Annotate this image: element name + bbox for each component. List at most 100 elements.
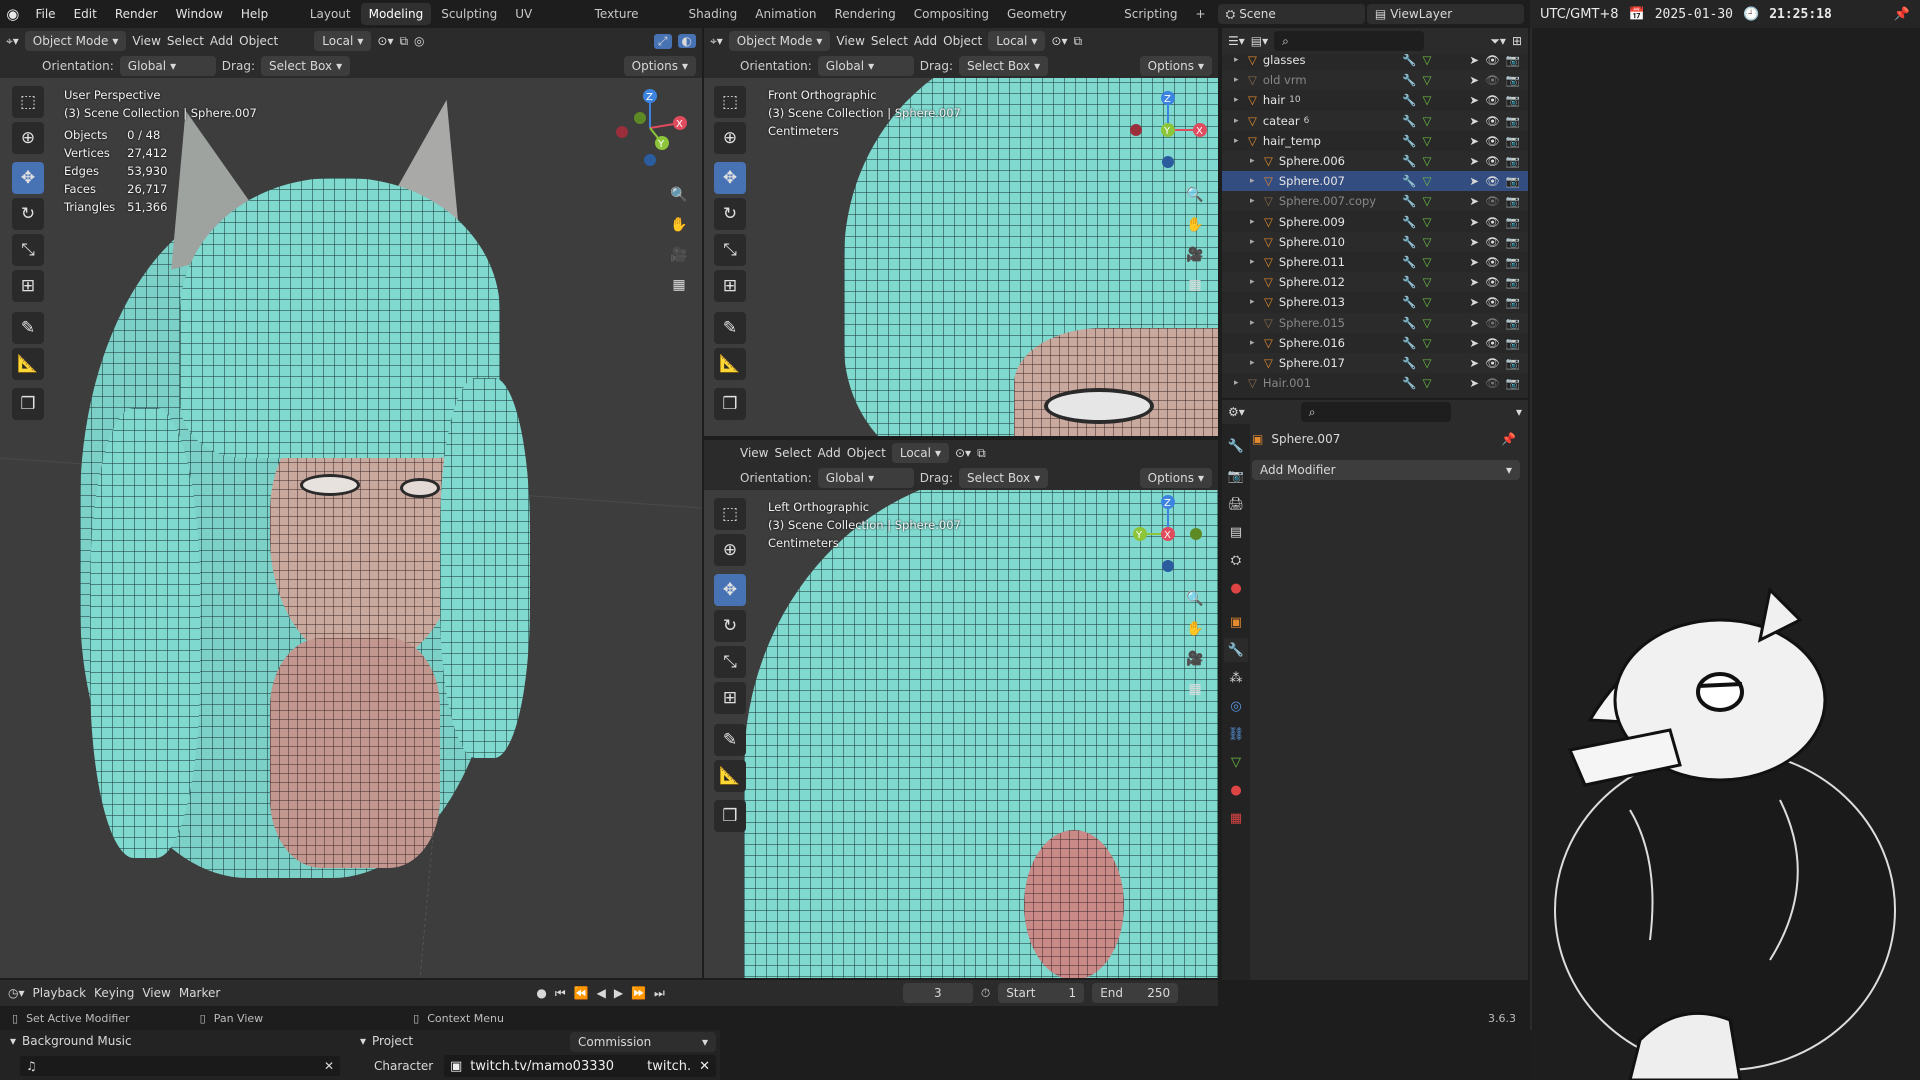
jump-end-icon[interactable]: ⏭ [654,986,665,1001]
select-toggle-icon[interactable]: ➤ [1469,114,1479,128]
camera-render-icon[interactable]: 📷 [1506,134,1520,148]
outliner-row[interactable]: ▸ ▽ Sphere.009 🔧 ▽ ➤ 👁 📷 [1222,212,1528,232]
tab-compositing[interactable]: Compositing [906,3,997,25]
menu-object[interactable]: Object [943,34,982,48]
pan-hand-icon[interactable]: ✋ [1182,616,1208,642]
close-icon[interactable]: ✕ [699,1059,710,1074]
select-toggle-icon[interactable]: ➤ [1469,194,1479,208]
chevron-down-icon[interactable]: ▾ [1516,405,1522,419]
stopwatch-icon[interactable]: ⏱ [981,986,990,1001]
drag-dropdown[interactable]: Select Box ▾ [958,56,1049,76]
blender-logo-icon[interactable]: ◉ [0,5,25,23]
camera-render-icon[interactable]: 📷 [1506,235,1520,249]
eye-icon[interactable]: 👁 [1485,295,1500,309]
select-toggle-icon[interactable]: ➤ [1469,295,1479,309]
editor-type-icon[interactable]: ⌖▾ [6,34,19,49]
menu-file[interactable]: File [27,3,63,25]
menu-add[interactable]: Add [210,34,233,48]
scene-selector[interactable]: ⛭ Scene [1217,4,1365,24]
menu-select[interactable]: Select [774,446,811,460]
eye-icon[interactable]: 👁 [1485,275,1500,289]
options-dropdown[interactable]: Options ▾ [1139,56,1212,76]
navigation-gizmo[interactable]: Z X Y [1128,90,1208,170]
menu-select[interactable]: Select [167,34,204,48]
mode-dropdown[interactable]: Object Mode ▾ [728,31,831,51]
scale-tool-icon[interactable]: ⤡ [714,646,746,678]
viewport3[interactable]: Left Orthographic (3) Scene Collection |… [704,490,1218,978]
expand-arrow-icon[interactable]: ▸ [1234,136,1248,146]
measure-tool-icon[interactable]: 📐 [714,348,746,380]
transform-tool-icon[interactable]: ⊞ [714,270,746,302]
grid-view-icon[interactable]: ▦ [1182,676,1208,702]
pan-hand-icon[interactable]: ✋ [1182,212,1208,238]
eye-icon[interactable]: 👁 [1485,235,1500,249]
expand-arrow-icon[interactable]: ▸ [1250,297,1264,307]
outliner-row[interactable]: ▸ ▽ Sphere.012 🔧 ▽ ➤ 👁 📷 [1222,272,1528,293]
texture-tab-icon[interactable]: ▦ [1224,806,1248,830]
properties-search-input[interactable]: ⌕ [1300,402,1451,422]
snap-icon[interactable]: ⧉ [977,446,986,461]
cursor-tool-icon[interactable]: ⊕ [714,534,746,566]
camera-render-icon[interactable]: 📷 [1506,54,1520,67]
expand-arrow-icon[interactable]: ▸ [1250,156,1264,166]
constraints-tab-icon[interactable]: ⛓ [1224,722,1248,746]
rotate-tool-icon[interactable]: ↻ [714,198,746,230]
eye-icon[interactable]: 👁 [1485,255,1500,269]
eye-icon[interactable]: 👁 [1485,376,1500,390]
transform-tool-icon[interactable]: ⊞ [714,682,746,714]
cursor-tool-icon[interactable]: ⊕ [12,122,44,154]
rotate-tool-icon[interactable]: ↻ [12,198,44,230]
eye-icon[interactable]: 👁 [1485,134,1500,148]
annotate-tool-icon[interactable]: ✎ [12,312,44,344]
expand-arrow-icon[interactable]: ▸ [1250,257,1264,267]
zoom-icon[interactable]: 🔍 [1182,586,1208,612]
world-tab-icon[interactable]: ● [1224,576,1248,600]
eye-icon[interactable]: 👁 [1485,194,1500,208]
pivot-icon[interactable]: ⊙▾ [1051,34,1067,48]
outliner-row[interactable]: ▸ ▽ Sphere.010 🔧 ▽ ➤ 👁 📷 [1222,231,1528,252]
move-tool-icon[interactable]: ✥ [12,162,44,194]
eye-icon[interactable]: 👁 [1485,154,1500,168]
outliner-row[interactable]: ▸ ▽ Sphere.013 🔧 ▽ ➤ 👁 📷 [1222,292,1528,312]
outliner-row[interactable]: ▸ ▽ Sphere.011 🔧 ▽ ➤ 👁 📷 [1222,252,1528,272]
options-dropdown[interactable]: Options ▾ [1139,468,1212,488]
zoom-icon[interactable]: 🔍 [666,182,692,208]
select-toggle-icon[interactable]: ➤ [1469,275,1479,289]
filter-icon[interactable]: ⏷▾ [1490,34,1506,49]
outliner-row[interactable]: ▸ ▽ hair 10 🔧 ▽ ➤ 👁 📷 [1222,90,1528,110]
mode-dropdown[interactable]: Object Mode ▾ [24,31,127,51]
menu-keying[interactable]: Keying [94,986,134,1000]
tab-rendering[interactable]: Rendering [826,3,903,25]
camera-icon[interactable]: 🎥 [666,242,692,268]
move-tool-icon[interactable]: ✥ [714,162,746,194]
camera-render-icon[interactable]: 📷 [1506,93,1520,107]
orientation-dropdown[interactable]: Global ▾ [817,56,914,76]
eye-icon[interactable]: 👁 [1485,356,1500,370]
camera-render-icon[interactable]: 📷 [1506,376,1520,390]
outliner-row[interactable]: ▸ ▽ catear 6 🔧 ▽ ➤ 👁 📷 [1222,110,1528,131]
proportional-icon[interactable]: ◎ [414,34,424,48]
camera-render-icon[interactable]: 📷 [1506,336,1520,350]
eye-icon[interactable]: 👁 [1485,54,1500,67]
camera-render-icon[interactable]: 📷 [1506,114,1520,128]
menu-view[interactable]: View [142,986,170,1000]
add-workspace-icon[interactable]: + [1188,3,1214,25]
data-tab-icon[interactable]: ▽ [1224,750,1248,774]
grid-view-icon[interactable]: ▦ [1182,272,1208,298]
menu-render[interactable]: Render [107,3,166,25]
pin-icon[interactable]: 📌 [1894,7,1910,22]
camera-render-icon[interactable]: 📷 [1506,194,1520,208]
tab-layout[interactable]: Layout [302,3,359,25]
overlay-toggle-icon[interactable]: ◐ [677,34,696,48]
tab-sculpting[interactable]: Sculpting [433,3,505,25]
add-modifier-button[interactable]: Add Modifier ▾ [1252,460,1520,480]
expand-arrow-icon[interactable]: ▸ [1234,55,1248,65]
camera-render-icon[interactable]: 📷 [1506,174,1520,188]
select-toggle-icon[interactable]: ➤ [1469,255,1479,269]
transform-orientation-dropdown[interactable]: Local ▾ [891,443,949,463]
new-collection-icon[interactable]: ⊞ [1512,34,1522,48]
menu-select[interactable]: Select [871,34,908,48]
transform-orientation-dropdown[interactable]: Local ▾ [314,31,372,51]
menu-marker[interactable]: Marker [179,986,220,1000]
viewlayer-selector[interactable]: ▤ ViewLayer [1366,4,1524,24]
